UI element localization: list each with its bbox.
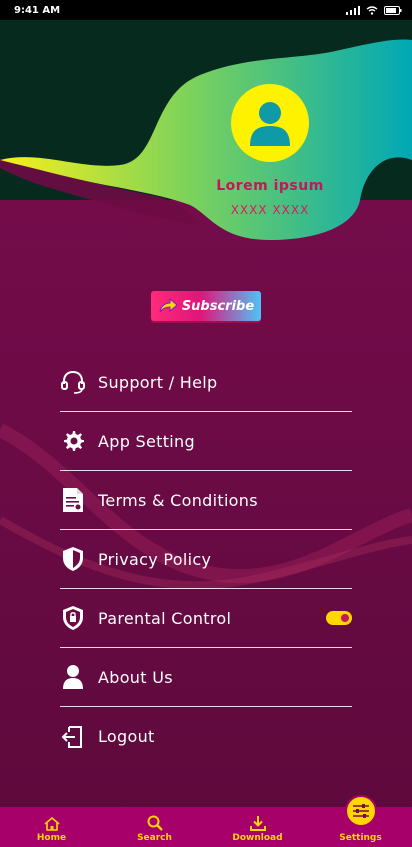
- avatar[interactable]: [231, 84, 309, 162]
- profile-name: Lorem ipsum: [216, 178, 324, 194]
- menu-label: App Setting: [98, 431, 195, 451]
- profile-subtitle: XXXX XXXX: [230, 203, 310, 217]
- nav-search-label: Search: [137, 833, 172, 843]
- nav-download-label: Download: [232, 833, 283, 843]
- menu-label: Logout: [98, 727, 155, 746]
- status-bar: 9:41 AM: [0, 0, 412, 20]
- battery-icon: [384, 5, 402, 15]
- menu-label: Support / Help: [98, 372, 218, 392]
- menu-label: Terms & Conditions: [98, 490, 258, 510]
- download-icon: [249, 816, 266, 831]
- headset-icon: [60, 369, 86, 395]
- user-icon: [250, 102, 290, 146]
- parental-control-toggle[interactable]: [326, 611, 352, 625]
- wifi-icon: [366, 5, 378, 15]
- nav-home[interactable]: Home: [0, 807, 103, 847]
- menu-item-support[interactable]: Support / Help: [60, 353, 352, 412]
- share-arrow-icon: [159, 298, 178, 313]
- shield-icon: [60, 546, 86, 572]
- person-icon: [60, 664, 86, 690]
- lock-shield-icon: [60, 605, 86, 631]
- gear-icon: [60, 428, 86, 454]
- nav-download[interactable]: Download: [206, 807, 309, 847]
- nav-home-label: Home: [36, 833, 67, 843]
- menu-label: About Us: [98, 667, 173, 687]
- search-icon: [147, 815, 163, 831]
- document-icon: [60, 487, 86, 513]
- logout-icon: [60, 724, 86, 750]
- signal-icon: [346, 5, 360, 15]
- menu-item-terms[interactable]: Terms & Conditions: [60, 471, 352, 530]
- nav-settings-label: Settings: [339, 833, 382, 843]
- settings-menu: Support / Help App Setting Terms & Condi…: [60, 353, 352, 766]
- bottom-nav: Home Search Download Settings: [0, 795, 412, 847]
- nav-settings-bubble: [344, 795, 377, 827]
- menu-item-parental-control[interactable]: Parental Control: [60, 589, 352, 648]
- menu-item-about[interactable]: About Us: [60, 648, 352, 707]
- menu-item-logout[interactable]: Logout: [60, 707, 352, 766]
- status-icons: [346, 5, 402, 15]
- menu-label: Parental Control: [98, 608, 232, 628]
- nav-settings[interactable]: Settings: [309, 795, 412, 847]
- menu-item-app-setting[interactable]: App Setting: [60, 412, 352, 471]
- status-time: 9:41 AM: [14, 4, 61, 16]
- home-icon: [43, 817, 60, 831]
- sliders-icon: [352, 804, 369, 818]
- nav-search[interactable]: Search: [103, 807, 206, 847]
- subscribe-button[interactable]: Subscribe: [151, 291, 261, 321]
- menu-label: Privacy Policy: [98, 549, 212, 569]
- subscribe-label: Subscribe: [181, 298, 255, 314]
- menu-item-privacy[interactable]: Privacy Policy: [60, 530, 352, 589]
